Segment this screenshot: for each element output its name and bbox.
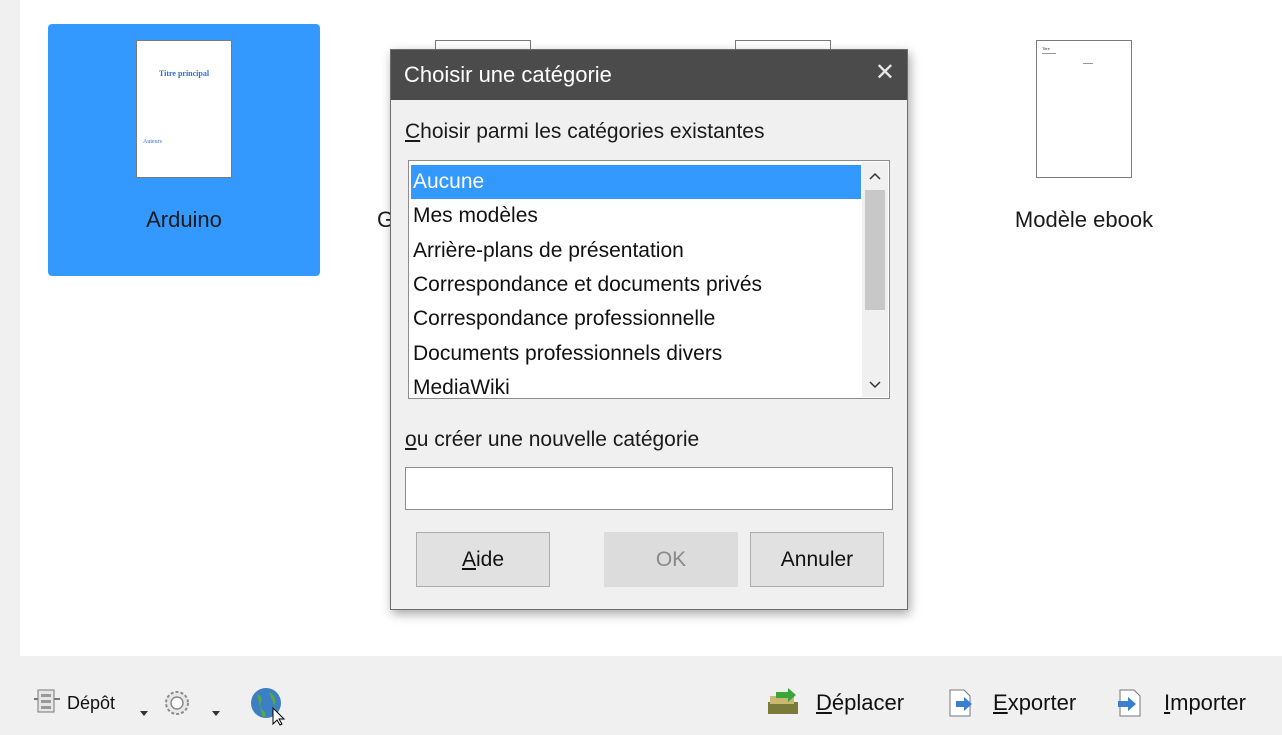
- repository-icon[interactable]: [34, 688, 64, 719]
- category-list-scrollbar[interactable]: [862, 162, 888, 397]
- category-list[interactable]: Aucune Mes modèles Arrière-plans de prés…: [408, 160, 890, 399]
- template-label: Arduino: [146, 207, 222, 232]
- category-item[interactable]: Arrière-plans de présentation: [411, 234, 861, 268]
- move-icon[interactable]: [766, 688, 802, 721]
- category-item[interactable]: Correspondance et documents privés: [411, 268, 861, 302]
- category-item[interactable]: Documents professionnels divers: [411, 337, 861, 371]
- ok-button[interactable]: OK: [604, 532, 738, 587]
- import-button[interactable]: Importer: [1164, 690, 1246, 716]
- new-category-label: ou créer une nouvelle catégorie: [405, 428, 700, 451]
- existing-categories-label: Choisir parmi les catégories existantes: [405, 120, 765, 143]
- repository-dropdown[interactable]: Dépôt: [67, 693, 115, 714]
- move-button[interactable]: Déplacer: [816, 690, 904, 716]
- thumbnail-line: [1083, 63, 1093, 64]
- category-item-aucune[interactable]: Aucune: [411, 165, 861, 199]
- thumbnail-title: Titre: [1042, 46, 1050, 51]
- thumbnail-title: Titre principal: [158, 69, 210, 78]
- category-item[interactable]: Correspondance professionnelle: [411, 302, 861, 336]
- dialog-titlebar[interactable]: Choisir une catégorie ✕: [391, 50, 907, 100]
- export-icon[interactable]: [946, 688, 976, 723]
- import-icon[interactable]: [1116, 688, 1146, 723]
- thumbnail-line: [1042, 53, 1056, 54]
- export-button[interactable]: Exporter: [993, 690, 1076, 716]
- settings-gear-icon[interactable]: [162, 688, 192, 723]
- new-category-input[interactable]: [405, 467, 893, 510]
- cancel-button[interactable]: Annuler: [750, 532, 884, 587]
- template-thumbnail: Titre principal Auteurs: [136, 40, 232, 178]
- chevron-down-icon[interactable]: [140, 703, 148, 721]
- template-tile-arduino[interactable]: Titre principal Auteurs Arduino: [48, 24, 320, 276]
- thumbnail-subtitle: Auteurs: [143, 139, 162, 145]
- close-icon[interactable]: ✕: [875, 60, 895, 86]
- chevron-down-icon[interactable]: [212, 703, 220, 721]
- scrollbar-thumb[interactable]: [865, 190, 885, 310]
- template-label: Modèle ebook: [1014, 207, 1154, 232]
- scroll-up-icon[interactable]: [862, 162, 888, 188]
- globe-icon[interactable]: [249, 686, 287, 731]
- scroll-down-icon[interactable]: [862, 371, 888, 397]
- dialog-title: Choisir une catégorie: [404, 62, 612, 87]
- template-thumbnail: Titre: [1036, 40, 1132, 178]
- category-item[interactable]: MediaWiki: [411, 371, 861, 398]
- choose-category-dialog: Choisir une catégorie ✕ Choisir parmi le…: [390, 49, 908, 610]
- help-button[interactable]: Aide: [416, 532, 550, 587]
- template-tile-ebook[interactable]: Titre Modèle ebook: [948, 24, 1220, 276]
- category-item[interactable]: Mes modèles: [411, 199, 861, 233]
